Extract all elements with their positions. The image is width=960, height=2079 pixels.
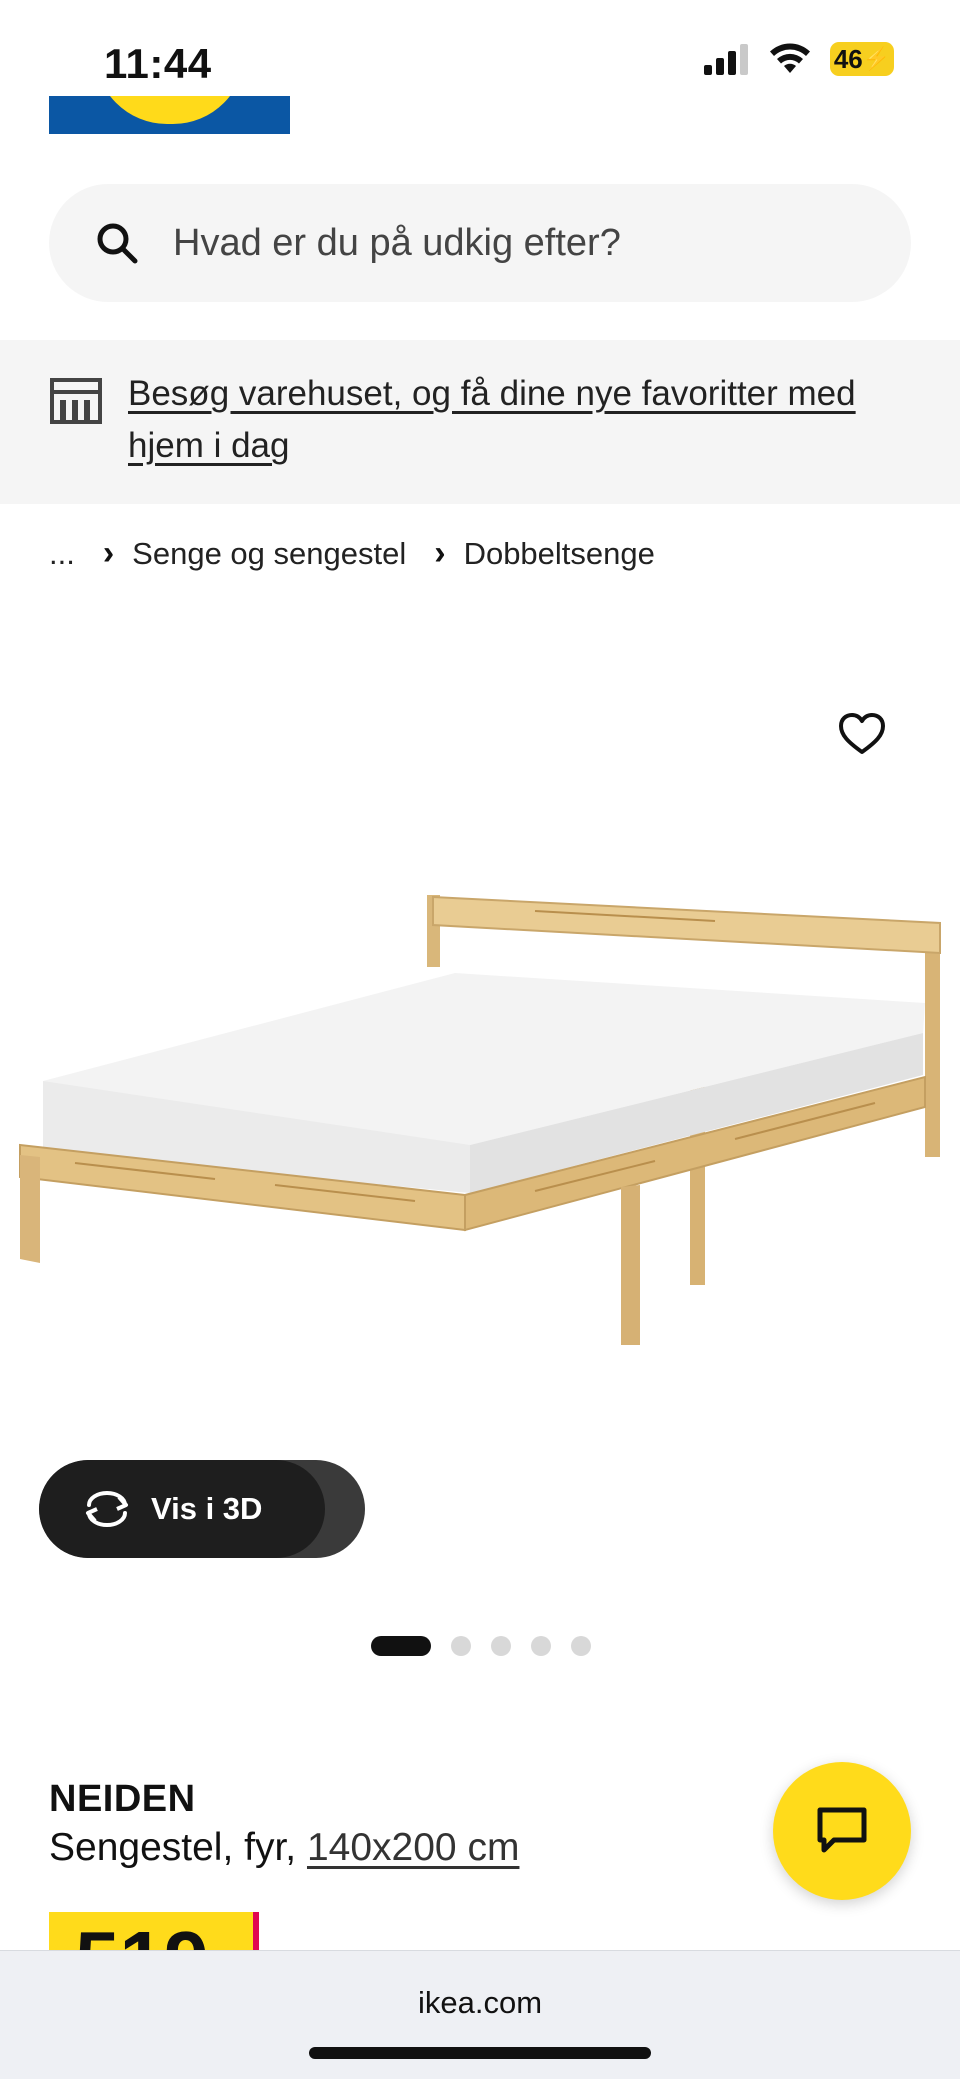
ikea-logo[interactable] [49, 96, 290, 134]
battery-indicator: 46 ⚡ [830, 42, 894, 76]
breadcrumb: ... › Senge og sengestel › Dobbeltsenge [49, 534, 655, 573]
chevron-right-icon: › [434, 534, 446, 572]
chat-button[interactable] [773, 1762, 911, 1900]
charging-bolt-icon: ⚡ [862, 46, 891, 71]
chevron-right-icon: › [102, 534, 115, 572]
gallery-dot-4[interactable] [531, 1636, 551, 1656]
favorite-heart-icon[interactable] [838, 712, 886, 756]
breadcrumb-dobbeltsenge[interactable]: Dobbeltsenge [464, 536, 655, 572]
gallery-pagination[interactable] [371, 1636, 591, 1656]
store-banner: Besøg varehuset, og få dine nye favoritt… [0, 340, 960, 504]
product-size-link[interactable]: 140x200 cm [307, 1826, 519, 1869]
breadcrumb-ellipsis[interactable]: ... [49, 536, 75, 572]
chat-bubble-icon [817, 1807, 867, 1853]
product-image-bed [19, 895, 941, 1345]
gallery-dot-3[interactable] [491, 1636, 511, 1656]
price-value: 519 [75, 1920, 208, 1953]
gallery-dot-2[interactable] [451, 1636, 471, 1656]
browser-url-bar[interactable]: ikea.com [0, 1950, 960, 2079]
price-tag: 519 [49, 1912, 253, 1952]
url-text[interactable]: ikea.com [0, 1985, 960, 2021]
gallery-dot-1[interactable] [371, 1636, 431, 1656]
product-name: NEIDEN [49, 1778, 196, 1820]
gallery-dot-5[interactable] [571, 1636, 591, 1656]
view-3d-button[interactable]: Vis i 3D [39, 1460, 365, 1558]
store-banner-link[interactable]: Besøg varehuset, og få dine nye favoritt… [128, 368, 918, 472]
search-icon [97, 223, 138, 264]
rotate-3d-icon [86, 1491, 128, 1527]
price-accent [253, 1912, 259, 1952]
status-icons: 46 ⚡ [702, 42, 894, 76]
view-3d-label: Vis i 3D [151, 1491, 263, 1526]
product-type: Sengestel, fyr, [49, 1826, 307, 1869]
battery-level: 46 [833, 43, 863, 74]
search-bar[interactable]: Hvad er du på udkig efter? [49, 184, 911, 302]
cellular-signal-icon [704, 44, 748, 75]
search-placeholder: Hvad er du på udkig efter? [173, 221, 621, 264]
status-time: 11:44 [104, 40, 212, 87]
wifi-icon [770, 43, 810, 73]
store-icon [50, 378, 102, 424]
home-indicator[interactable] [309, 2047, 651, 2059]
product-description: Sengestel, fyr, 140x200 cm [49, 1826, 519, 1870]
breadcrumb-senge-og-sengestel[interactable]: Senge og sengestel [132, 536, 406, 572]
